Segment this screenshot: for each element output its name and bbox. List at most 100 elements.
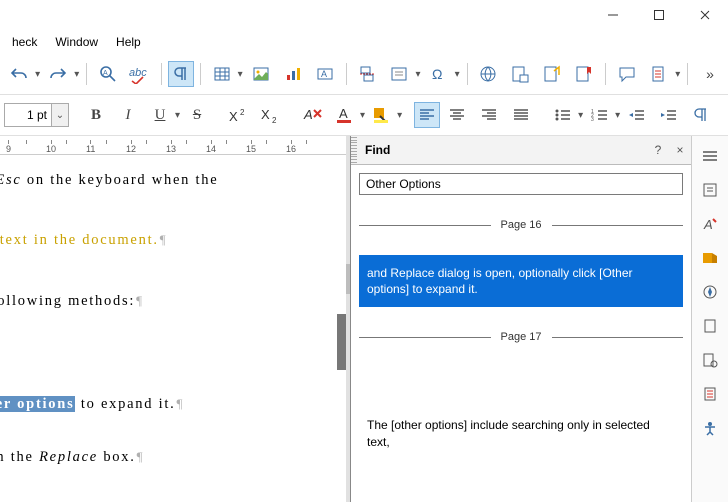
strikethrough-button[interactable]: S: [182, 102, 212, 128]
insert-bookmark-button[interactable]: [569, 61, 599, 87]
subscript-button[interactable]: X2: [256, 102, 286, 128]
sidebar-style-inspector-tab[interactable]: [696, 346, 724, 374]
undo-button[interactable]: [4, 61, 34, 87]
bold-button[interactable]: B: [81, 102, 111, 128]
panel-collapse-handle[interactable]: [337, 314, 346, 370]
insert-comment-button[interactable]: [612, 61, 642, 87]
insert-chart-button[interactable]: [278, 61, 308, 87]
align-left-button[interactable]: [414, 102, 440, 128]
svg-text:3: 3: [591, 117, 594, 122]
formatting-marks-toggle[interactable]: [168, 61, 194, 87]
ruler-tick: 11: [86, 139, 95, 154]
window-close-button[interactable]: [682, 0, 728, 30]
insert-field-dropdown[interactable]: ▾: [414, 61, 421, 87]
insert-hyperlink-button[interactable]: [473, 61, 503, 87]
vertical-splitter[interactable]: [346, 136, 350, 502]
highlight-dropdown[interactable]: ▾: [397, 102, 402, 128]
find-result[interactable]: The [other options] include searching on…: [359, 407, 683, 459]
align-right-button[interactable]: [474, 102, 504, 128]
clear-formatting-button[interactable]: A: [298, 102, 328, 128]
svg-text:A: A: [321, 69, 327, 79]
redo-dropdown[interactable]: ▾: [73, 61, 80, 87]
underline-dropdown[interactable]: ▾: [175, 102, 180, 128]
insert-pagebreak-button[interactable]: [352, 61, 382, 87]
insert-special-char-button[interactable]: Ω: [424, 61, 454, 87]
font-color-dropdown[interactable]: ▾: [360, 102, 365, 128]
insert-table-dropdown[interactable]: ▾: [237, 61, 244, 87]
paragraph-dialog-button[interactable]: [686, 102, 716, 128]
insert-special-char-dropdown[interactable]: ▾: [454, 61, 461, 87]
ruler-tick: 15: [246, 139, 256, 154]
toolbar-overflow-button[interactable]: »: [694, 61, 724, 87]
window-maximize-button[interactable]: [636, 0, 682, 30]
svg-text:A: A: [103, 70, 108, 77]
find-panel-title: Find: [361, 143, 647, 157]
menu-check[interactable]: heck: [4, 33, 45, 51]
spellcheck-button[interactable]: abc: [125, 61, 155, 87]
window-titlebar: [0, 0, 728, 30]
menu-bar: heck Window Help: [0, 30, 728, 54]
decrease-indent-button[interactable]: [622, 102, 652, 128]
highlight-button[interactable]: [367, 102, 397, 128]
sidebar-styles-tab[interactable]: A: [696, 210, 724, 238]
find-replace-button[interactable]: A: [93, 61, 123, 87]
insert-table-button[interactable]: [207, 61, 237, 87]
selected-text: Other options: [0, 396, 75, 412]
svg-text:abc: abc: [129, 67, 147, 79]
menu-help[interactable]: Help: [108, 33, 149, 51]
sidebar-accessibility-tab[interactable]: [696, 414, 724, 442]
bullet-list-dropdown[interactable]: ▾: [578, 102, 583, 128]
find-search-input[interactable]: [359, 173, 683, 195]
font-size-dropdown[interactable]: ⌄: [51, 104, 68, 126]
undo-dropdown[interactable]: ▾: [34, 61, 41, 87]
sidebar-navigator-tab[interactable]: [696, 278, 724, 306]
ruler-tick: 10: [46, 139, 56, 154]
increase-indent-button[interactable]: [654, 102, 684, 128]
insert-endnote-button[interactable]: [537, 61, 567, 87]
find-panel: Find ? × Page 16 and Replace dialog is o…: [350, 136, 691, 502]
panel-grip[interactable]: [351, 136, 357, 164]
main-area: 910111213141516 e left, or press Esc on …: [0, 136, 728, 502]
font-size-stepper[interactable]: 1 pt ⌄: [4, 103, 69, 127]
svg-text:2: 2: [272, 116, 277, 123]
redo-button[interactable]: [43, 61, 73, 87]
svg-text:A: A: [303, 107, 313, 122]
document-canvas[interactable]: e left, or press Esc on the keyboard whe…: [0, 155, 226, 481]
underline-button[interactable]: U: [145, 102, 175, 128]
window-minimize-button[interactable]: [590, 0, 636, 30]
sidebar-settings-button[interactable]: [696, 142, 724, 170]
italic-button[interactable]: I: [113, 102, 143, 128]
bullet-list-button[interactable]: [548, 102, 578, 128]
insert-field-button[interactable]: [384, 61, 414, 87]
find-results: Page 16 and Replace dialog is open, opti…: [359, 219, 683, 460]
sidebar-manage-changes-tab[interactable]: [696, 380, 724, 408]
find-help-button[interactable]: ?: [647, 139, 669, 161]
align-justify-button[interactable]: [506, 102, 536, 128]
svg-text:X: X: [229, 109, 238, 123]
svg-text:A: A: [339, 106, 348, 121]
ruler-tick: 12: [126, 139, 136, 154]
number-list-dropdown[interactable]: ▾: [615, 102, 620, 128]
sidebar-gallery-tab[interactable]: [696, 244, 724, 272]
menu-window[interactable]: Window: [47, 33, 106, 51]
svg-text:X: X: [261, 107, 270, 122]
insert-footnote-button[interactable]: [505, 61, 535, 87]
find-close-button[interactable]: ×: [669, 139, 691, 161]
find-page-separator: Page 17: [359, 331, 683, 343]
horizontal-ruler[interactable]: 910111213141516: [0, 136, 346, 155]
insert-textbox-button[interactable]: A: [310, 61, 340, 87]
track-changes-dropdown[interactable]: ▾: [674, 61, 681, 87]
align-center-button[interactable]: [442, 102, 472, 128]
insert-image-button[interactable]: [246, 61, 276, 87]
find-result-selected[interactable]: and Replace dialog is open, optionally c…: [359, 255, 683, 307]
sidebar-properties-tab[interactable]: [696, 176, 724, 204]
sidebar-page-tab[interactable]: [696, 312, 724, 340]
find-panel-header: Find ? ×: [351, 136, 691, 165]
svg-text:2: 2: [240, 108, 245, 117]
superscript-button[interactable]: X2: [224, 102, 254, 128]
font-color-button[interactable]: A: [330, 102, 360, 128]
formatting-toolbar: 1 pt ⌄ B I U ▾ S X2 X2 A A ▾ ▾ ▾ 123 ▾ »: [0, 95, 728, 136]
number-list-button[interactable]: 123: [585, 102, 615, 128]
track-changes-button[interactable]: [644, 61, 674, 87]
ruler-tick: 9: [6, 139, 11, 154]
